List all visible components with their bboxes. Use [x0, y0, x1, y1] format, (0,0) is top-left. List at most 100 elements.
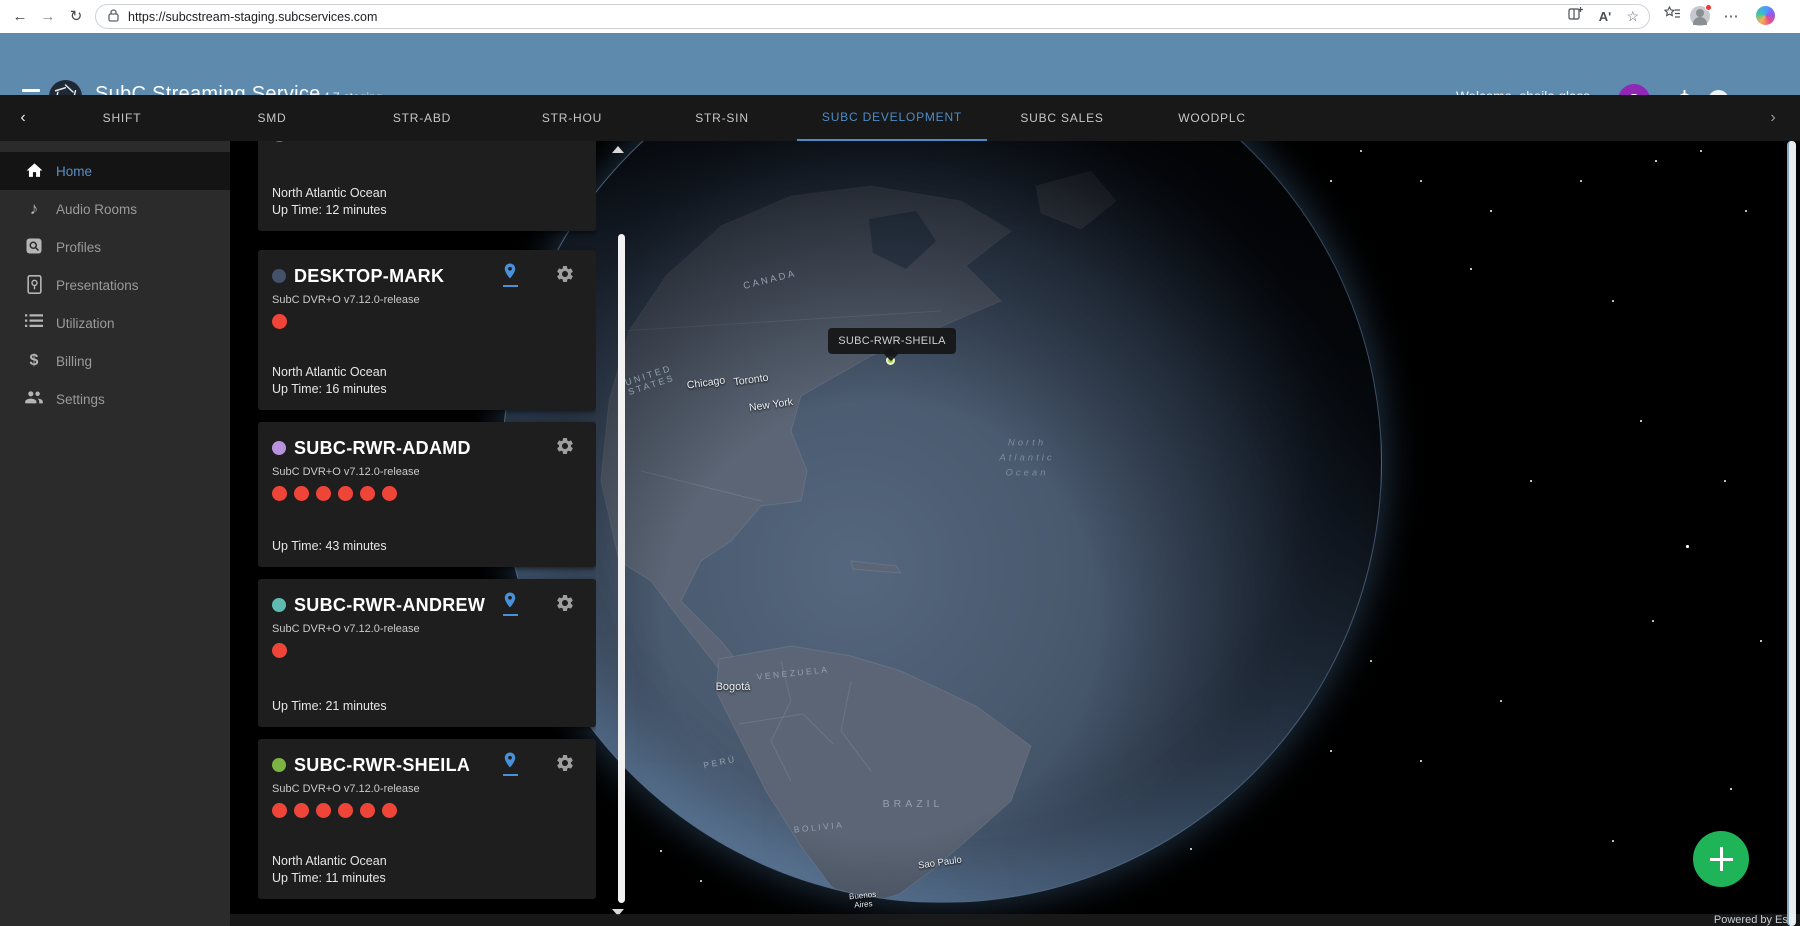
- settings-gear-icon[interactable]: [553, 264, 577, 289]
- location-pin-icon[interactable]: [498, 262, 522, 287]
- tab-subc-development[interactable]: SUBC DEVELOPMENT: [797, 95, 987, 141]
- device-uptime: Up Time: 16 minutes: [272, 381, 387, 398]
- star: [1640, 420, 1642, 422]
- address-bar[interactable]: https://subcstream-staging.subcservices.…: [95, 4, 1650, 29]
- sidebar: Home ♪Audio RoomsProfiles Presentations Uti…: [0, 141, 230, 926]
- star: [1330, 180, 1332, 182]
- tabs-scroll-left-icon[interactable]: ‹: [8, 95, 38, 141]
- sidebar-item-billing[interactable]: $ Billing: [0, 342, 230, 380]
- star: [660, 850, 662, 852]
- stream-indicator-dot: [272, 314, 287, 329]
- status-dot: [272, 441, 286, 455]
- status-dot: [272, 598, 286, 612]
- stream-indicator-dot: [382, 803, 397, 818]
- sidebar-item-profiles[interactable]: Profiles: [0, 228, 230, 266]
- settings-gear-icon[interactable]: [553, 593, 577, 618]
- star: [1686, 545, 1689, 548]
- device-card[interactable]: North Atlantic OceanUp Time: 12 minutes: [258, 141, 596, 231]
- stream-indicator-dot: [316, 486, 331, 501]
- stream-indicator-dot: [272, 486, 287, 501]
- split-screen-icon[interactable]: [1564, 6, 1586, 28]
- billing-icon: $: [24, 351, 44, 371]
- sidebar-item-home[interactable]: Home: [0, 152, 230, 190]
- device-name: SUBC-RWR-SHEILA: [294, 755, 470, 776]
- forward-icon[interactable]: →: [34, 3, 62, 31]
- profiles-icon: [24, 237, 44, 257]
- sidebar-item-label: Home: [56, 164, 92, 179]
- tab-str-sin[interactable]: STR-SIN: [647, 95, 797, 141]
- location-pin-icon[interactable]: [498, 591, 522, 616]
- star: [1612, 840, 1614, 842]
- presentations-icon: [24, 275, 44, 295]
- tab-smd[interactable]: SMD: [197, 95, 347, 141]
- tab-woodplc[interactable]: WOODPLC: [1137, 95, 1287, 141]
- sidebar-item-utilization[interactable]: Utilization: [0, 304, 230, 342]
- add-device-button[interactable]: [1693, 831, 1749, 887]
- device-card-subc-rwr-andrew[interactable]: SUBC-RWR-ANDREWSubC DVR+O v7.12.0-releas…: [258, 579, 596, 727]
- device-uptime: Up Time: 11 minutes: [272, 870, 387, 887]
- device-uptime: Up Time: 43 minutes: [272, 538, 387, 555]
- sidebar-item-audio-rooms[interactable]: ♪Audio Rooms: [0, 190, 230, 228]
- device-name: DESKTOP-MARK: [294, 266, 444, 287]
- tabs-scroll-right-icon[interactable]: ›: [1758, 95, 1788, 141]
- star: [1470, 268, 1472, 270]
- tab-subc-sales[interactable]: SUBC SALES: [987, 95, 1137, 141]
- map-tooltip: SUBC-RWR-SHEILA: [828, 328, 956, 354]
- screen: ← → ↻ https://subcstream-staging.subcser…: [0, 0, 1800, 926]
- sidebar-item-label: Presentations: [56, 278, 139, 293]
- page-scrollbar[interactable]: [1787, 141, 1796, 926]
- read-aloud-icon[interactable]: Aʹ: [1594, 6, 1616, 28]
- stream-indicator-dot: [272, 643, 287, 658]
- refresh-icon[interactable]: ↻: [62, 3, 90, 31]
- star: [1420, 180, 1422, 182]
- device-status-text: Up Time: 21 minutes: [272, 698, 387, 715]
- device-subtitle: SubC DVR+O v7.12.0-release: [272, 783, 582, 795]
- map-attribution: Powered by Esri: [230, 914, 1800, 926]
- star: [1330, 750, 1332, 752]
- tab-shift[interactable]: SHIFT: [47, 95, 197, 141]
- settings-gear-icon[interactable]: [553, 436, 577, 461]
- favorites-bar-icon[interactable]: [1661, 6, 1683, 28]
- stream-indicator-dot: [338, 486, 353, 501]
- status-dot: [272, 269, 286, 283]
- profile-icon[interactable]: [1690, 6, 1710, 26]
- stream-indicator-dot: [294, 486, 309, 501]
- stream-indicator-dot: [360, 486, 375, 501]
- device-status-text: Up Time: 43 minutes: [272, 538, 387, 555]
- utilization-icon: [24, 313, 44, 333]
- copilot-icon[interactable]: [1756, 6, 1775, 25]
- star: [1420, 760, 1422, 762]
- globe: [502, 141, 1382, 903]
- star: [1612, 300, 1614, 302]
- device-card-subc-rwr-sheila[interactable]: SUBC-RWR-SHEILA SubC DVR+O v7.12.0-releas…: [258, 739, 596, 899]
- list-scrollbar[interactable]: [618, 234, 625, 903]
- tab-str-hou[interactable]: STR-HOU: [497, 95, 647, 141]
- star: [1745, 210, 1747, 212]
- globe-night-shade: [503, 141, 1381, 902]
- map-canvas[interactable]: CANADAUNITED STATESChicagoTorontoNew Yor…: [230, 141, 1800, 926]
- device-card-desktop-mark[interactable]: DESKTOP-MARKSubC DVR+O v7.12.0-releaseNo…: [258, 250, 596, 410]
- sidebar-item-settings[interactable]: Settings: [0, 380, 230, 418]
- sidebar-item-presentations[interactable]: Presentations: [0, 266, 230, 304]
- settings-gear-icon[interactable]: [553, 753, 577, 778]
- lock-icon: [108, 9, 119, 25]
- star: [1652, 620, 1654, 622]
- stream-indicator-dot: [338, 803, 353, 818]
- device-location: North Atlantic Ocean: [272, 185, 387, 202]
- more-icon[interactable]: ⋯: [1720, 6, 1742, 28]
- device-status-text: North Atlantic OceanUp Time: 11 minutes: [272, 853, 387, 887]
- star: [700, 880, 702, 882]
- list-scroll-up-icon[interactable]: [612, 146, 624, 153]
- favorite-star-icon[interactable]: ☆: [1626, 8, 1639, 25]
- sidebar-item-label: Audio Rooms: [56, 202, 137, 217]
- star: [1760, 640, 1762, 642]
- device-name: SUBC-RWR-ADAMD: [294, 438, 471, 459]
- device-status-text: North Atlantic OceanUp Time: 16 minutes: [272, 364, 387, 398]
- tab-str-abd[interactable]: STR-ABD: [347, 95, 497, 141]
- star: [1530, 480, 1532, 482]
- location-pin-icon[interactable]: [498, 751, 522, 776]
- device-location: North Atlantic Ocean: [272, 853, 387, 870]
- device-card-subc-rwr-adamd[interactable]: SUBC-RWR-ADAMDSubC DVR+O v7.12.0-release…: [258, 422, 596, 567]
- sidebar-item-label: Billing: [56, 354, 92, 369]
- back-icon[interactable]: ←: [6, 3, 34, 31]
